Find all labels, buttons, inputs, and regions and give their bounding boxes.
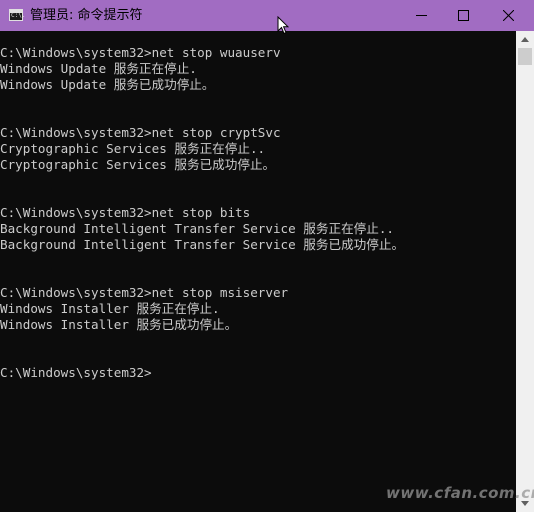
console-line: C:\Windows\system32>net stop cryptSvc	[0, 125, 281, 140]
vertical-scrollbar[interactable]	[516, 31, 534, 512]
watermark: www.cfan.com.cn	[386, 484, 534, 502]
console-line: C:\Windows\system32>net stop msiserver	[0, 285, 289, 300]
console-line: C:\Windows\system32>net stop bits	[0, 205, 251, 220]
cmd-icon[interactable]: C:\.	[9, 9, 26, 21]
console-line: C:\Windows\system32>	[0, 365, 152, 380]
cmd-window: C:\. 管理员: 命令提示符 C:\Windows\system32>net …	[0, 0, 534, 512]
maximize-icon	[458, 10, 469, 21]
console-output[interactable]: C:\Windows\system32>net stop wuauserv Win…	[0, 31, 516, 512]
console-line: Cryptographic Services 服务正在停止..	[0, 141, 266, 156]
title-bar[interactable]: C:\. 管理员: 命令提示符	[0, 0, 534, 35]
close-icon	[503, 10, 514, 21]
scrollbar-thumb[interactable]	[518, 48, 532, 65]
window-title: 管理员: 命令提示符	[30, 8, 143, 23]
scroll-up-button[interactable]	[516, 31, 534, 48]
chevron-up-icon	[521, 37, 529, 42]
close-button[interactable]	[489, 0, 529, 31]
console-line: Windows Installer 服务已成功停止。	[0, 317, 238, 332]
console-line: Background Intelligent Transfer Service …	[0, 221, 395, 236]
maximize-button[interactable]	[444, 0, 484, 31]
minimize-button[interactable]	[402, 0, 442, 31]
console-line: Windows Update 服务已成功停止。	[0, 77, 215, 92]
console-line: Windows Installer 服务正在停止.	[0, 301, 220, 316]
cmd-icon-label: C:\.	[11, 12, 26, 19]
minimize-icon	[416, 15, 427, 16]
console-line: Windows Update 服务正在停止.	[0, 61, 197, 76]
console-line: Cryptographic Services 服务已成功停止。	[0, 157, 276, 172]
console-line: Background Intelligent Transfer Service …	[0, 237, 405, 252]
console-line: C:\Windows\system32>net stop wuauserv	[0, 45, 281, 60]
